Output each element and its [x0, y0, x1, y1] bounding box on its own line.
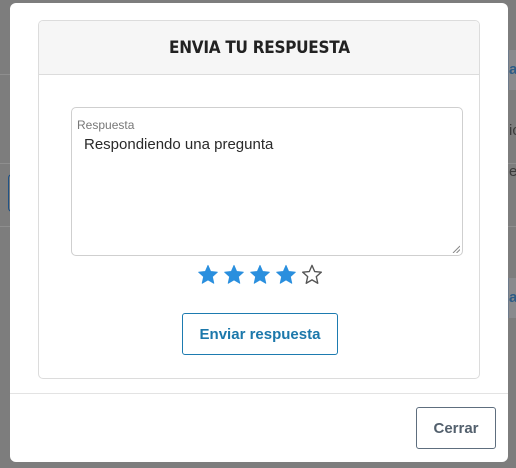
star-rating[interactable]	[197, 264, 323, 286]
star-filled-icon[interactable]	[249, 264, 271, 286]
background-link-fragment: a	[509, 289, 516, 306]
background-text-fragment: e	[509, 163, 516, 180]
send-response-button[interactable]: Enviar respuesta	[182, 313, 338, 355]
star-empty-icon[interactable]	[301, 264, 323, 286]
footer-divider	[10, 393, 508, 394]
resize-handle-icon[interactable]	[452, 245, 460, 253]
background-text-fragment: ic	[509, 122, 516, 139]
star-filled-icon[interactable]	[223, 264, 245, 286]
response-modal: ENVIA TU RESPUESTA Respuesta Respondiend…	[10, 3, 508, 462]
close-button[interactable]: Cerrar	[416, 407, 496, 449]
background-link-fragment: a	[509, 61, 516, 78]
star-filled-icon[interactable]	[275, 264, 297, 286]
response-textarea[interactable]: Respondiendo una pregunta	[84, 136, 454, 246]
response-card: ENVIA TU RESPUESTA Respuesta Respondiend…	[38, 20, 480, 379]
response-field-label: Respuesta	[77, 118, 135, 132]
star-filled-icon[interactable]	[197, 264, 219, 286]
response-field[interactable]: Respuesta Respondiendo una pregunta	[71, 107, 463, 256]
modal-title: ENVIA TU RESPUESTA	[168, 37, 350, 58]
card-header: ENVIA TU RESPUESTA	[39, 21, 479, 75]
